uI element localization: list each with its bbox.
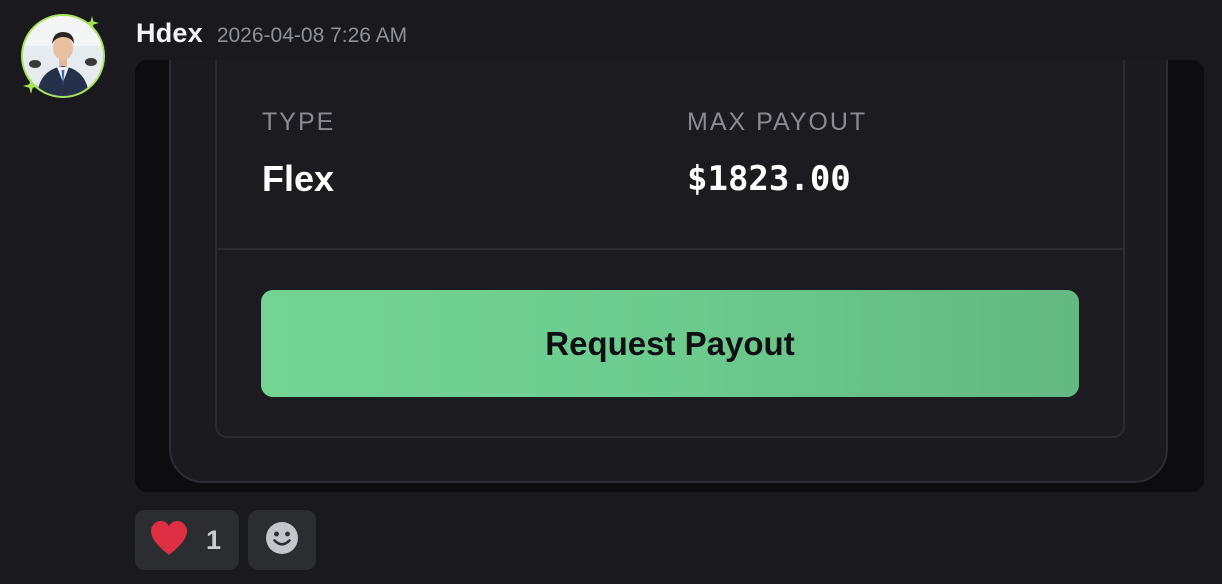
reactions-bar: 1 <box>135 510 316 570</box>
max-payout-value: $1823.00 <box>687 159 851 199</box>
add-reaction-button[interactable] <box>248 510 316 570</box>
type-value: Flex <box>262 158 335 199</box>
message-header: Hdex 2026-04-08 7:26 AM <box>136 18 407 49</box>
timestamp: 2026-04-08 7:26 AM <box>216 24 408 47</box>
heart-icon <box>149 520 189 561</box>
max-payout-label: MAX PAYOUT <box>687 108 868 136</box>
username[interactable]: Hdex <box>136 18 203 49</box>
avatar[interactable] <box>21 14 105 98</box>
chat-message: Hdex 2026-04-08 7:26 AM TYPE Flex MAX PA… <box>0 0 1222 584</box>
request-payout-button[interactable]: Request Payout <box>261 290 1079 397</box>
add-reaction-icon <box>265 521 299 560</box>
reaction-count: 1 <box>205 524 221 555</box>
card-divider <box>215 248 1125 250</box>
message-attachment-image[interactable]: TYPE Flex MAX PAYOUT $1823.00 Request Pa… <box>135 60 1204 492</box>
type-label: TYPE <box>262 108 336 136</box>
reaction-heart[interactable]: 1 <box>135 510 239 570</box>
